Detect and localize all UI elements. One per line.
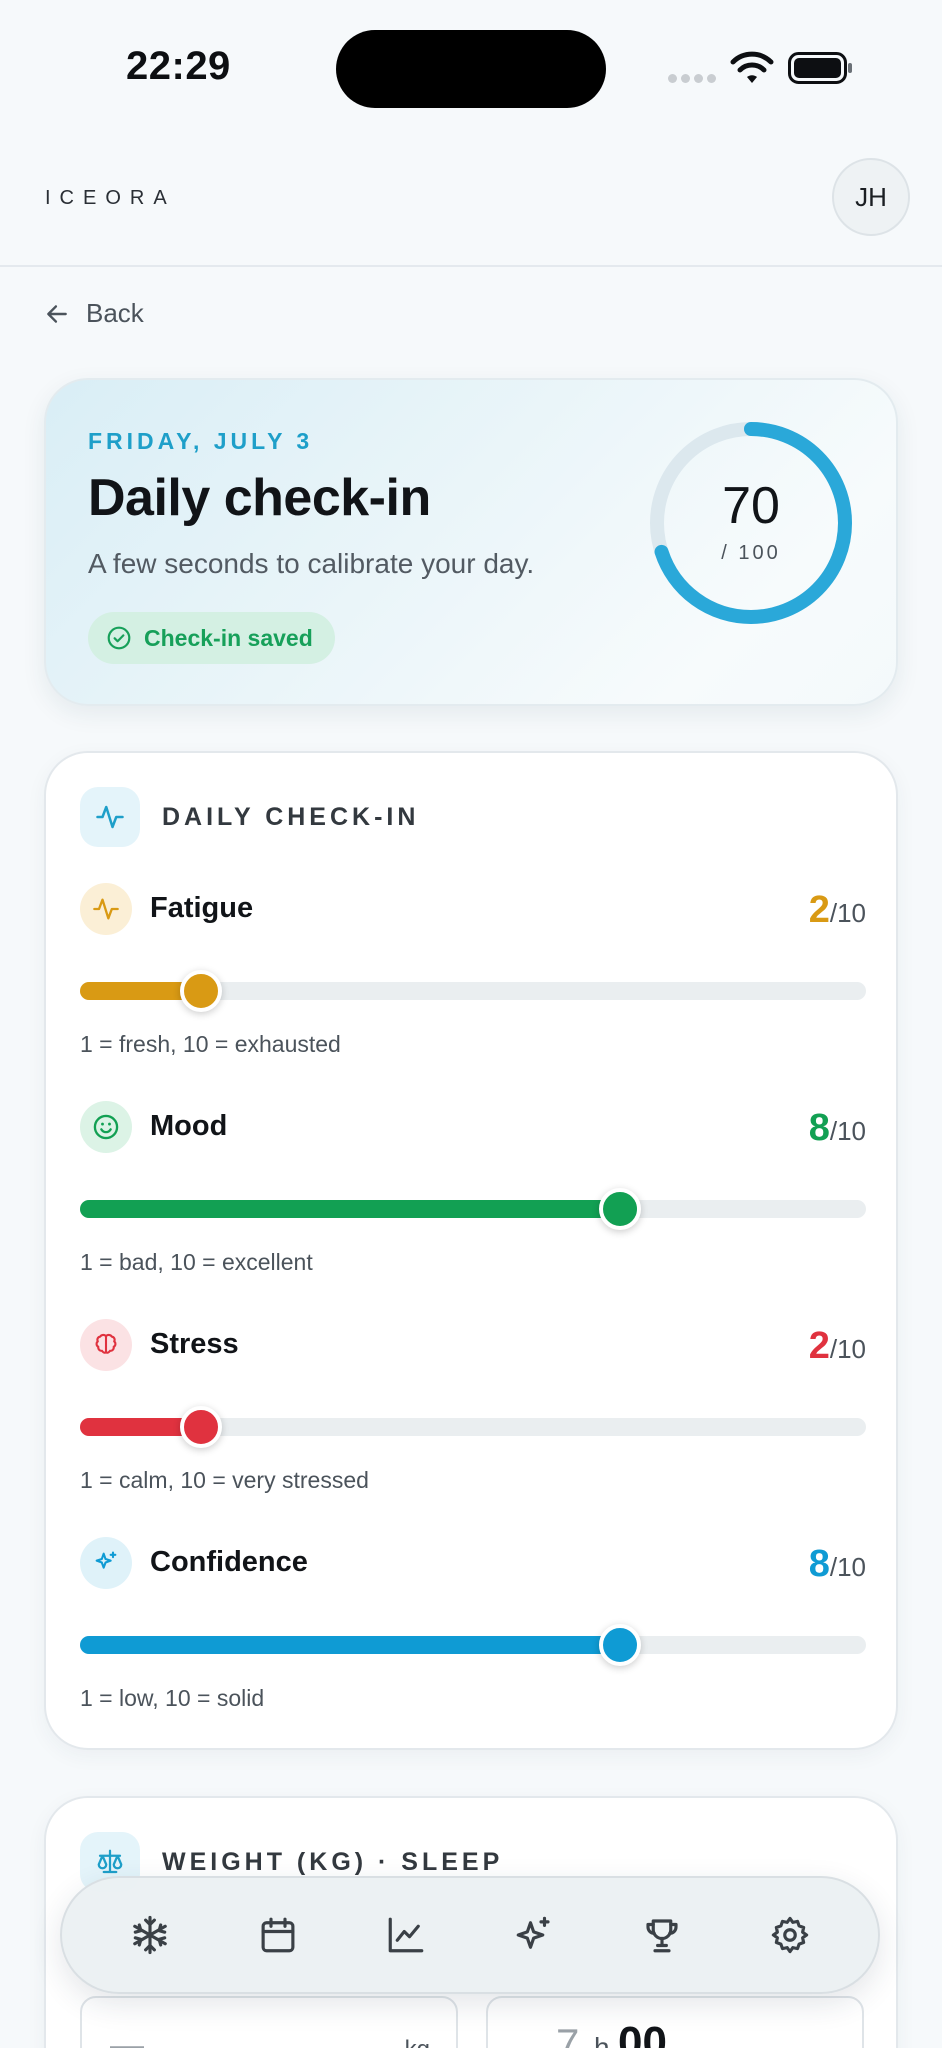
battery-icon (788, 52, 852, 84)
cellular-signal-icon (668, 74, 716, 83)
hero-card: FRIDAY, JULY 3 Daily check-in A few seco… (44, 378, 898, 706)
status-time: 22:29 (126, 44, 231, 88)
nav-item-calendar[interactable] (238, 1895, 318, 1975)
brain-icon (80, 1319, 132, 1371)
smile-icon (80, 1101, 132, 1153)
slider-thumb[interactable] (599, 1624, 642, 1666)
calendar-icon (261, 1917, 295, 1953)
metric-stress: Stress 2/10 1 = calm, 10 = very stressed (80, 1319, 866, 1519)
dynamic-island (336, 30, 606, 108)
stress-slider[interactable] (80, 1406, 866, 1448)
card-header: DAILY CHECK-IN (80, 787, 419, 847)
card-title: DAILY CHECK-IN (162, 802, 420, 831)
mood-slider[interactable] (80, 1188, 866, 1230)
chart-icon (388, 1917, 424, 1953)
confidence-slider[interactable] (80, 1624, 866, 1666)
checkin-card: DAILY CHECK-IN Fatigue 2/10 1 = fresh, 1… (44, 751, 898, 1750)
back-button[interactable]: Back (44, 298, 144, 329)
activity-icon (80, 883, 132, 935)
sleep-input[interactable]: 7 h 00 (486, 1996, 864, 2048)
metric-name: Stress (150, 1328, 239, 1360)
metric-name: Confidence (150, 1546, 308, 1578)
metric-value: 2/10 (808, 889, 866, 931)
check-circle-icon (107, 626, 131, 650)
slider-thumb[interactable] (179, 970, 222, 1012)
nav-item-insights[interactable] (494, 1895, 574, 1975)
snowflake-icon (133, 1915, 167, 1955)
weight-value: — (110, 2026, 144, 2048)
hero-date: FRIDAY, JULY 3 (88, 428, 314, 454)
nav-item-settings[interactable] (750, 1895, 830, 1975)
sleep-minutes: 00 (618, 2018, 667, 2048)
app-logo: ICEORA (45, 187, 176, 209)
weight-input[interactable]: — kg (80, 1996, 458, 2048)
weight-unit: kg (405, 2036, 430, 2048)
arrow-left-icon (47, 304, 67, 323)
metric-mood: Mood 8/10 1 = bad, 10 = excellent (80, 1101, 866, 1301)
metric-fatigue: Fatigue 2/10 1 = fresh, 10 = exhausted (80, 883, 866, 1083)
metric-hint: 1 = bad, 10 = excellent (80, 1249, 313, 1275)
slider-thumb[interactable] (599, 1188, 642, 1230)
card-title: WEIGHT (KG) · SLEEP (162, 1847, 504, 1876)
bottom-nav (60, 1876, 880, 1994)
back-label: Back (86, 298, 144, 328)
page-title: Daily check-in (88, 469, 431, 527)
nav-item-recovery[interactable] (110, 1895, 190, 1975)
status-badge: Check-in saved (88, 612, 335, 664)
status-bar: 22:29 (0, 0, 942, 130)
score-value: 70 (722, 477, 780, 535)
saved-label: Check-in saved (144, 624, 313, 651)
hero-subtitle: A few seconds to calibrate your day. (88, 548, 535, 579)
metric-name: Fatigue (150, 892, 254, 924)
metric-hint: 1 = low, 10 = solid (80, 1685, 265, 1711)
slider-thumb[interactable] (179, 1406, 222, 1448)
metric-value: 8/10 (808, 1107, 866, 1149)
score-denominator: / 100 (721, 542, 781, 564)
sparkles-icon (516, 1916, 550, 1949)
nav-item-achievements[interactable] (622, 1895, 702, 1975)
metric-value: 8/10 (808, 1543, 866, 1585)
sparkles-icon (80, 1537, 132, 1589)
fatigue-slider[interactable] (80, 970, 866, 1012)
wifi-icon (730, 51, 774, 83)
sleep-hours-unit: h (594, 2032, 610, 2048)
settings-icon (771, 1916, 809, 1954)
metric-hint: 1 = fresh, 10 = exhausted (80, 1031, 341, 1057)
sleep-hours: 7 (556, 2020, 580, 2048)
activity-icon (80, 787, 140, 847)
nav-item-stats[interactable] (366, 1895, 446, 1975)
metric-confidence: Confidence 8/10 1 = low, 10 = solid (80, 1537, 866, 1737)
avatar[interactable]: JH (832, 158, 910, 236)
metric-value: 2/10 (808, 1325, 866, 1367)
metric-hint: 1 = calm, 10 = very stressed (80, 1467, 369, 1493)
app-header: ICEORA JH (0, 130, 942, 267)
metric-name: Mood (150, 1110, 228, 1142)
trophy-icon (646, 1919, 678, 1953)
